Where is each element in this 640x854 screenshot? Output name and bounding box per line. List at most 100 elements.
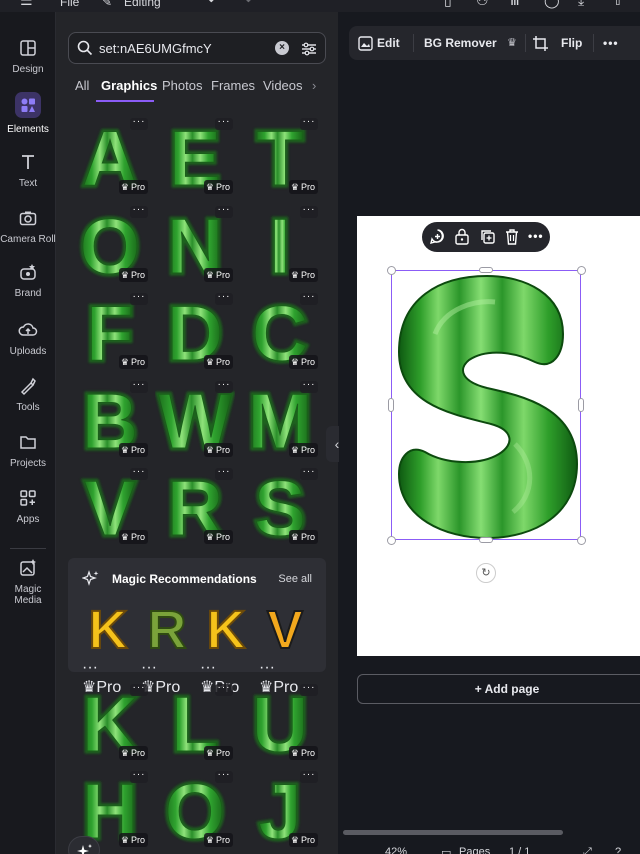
more-options-icon[interactable]: ··· bbox=[215, 117, 233, 130]
more-options-icon[interactable]: ··· bbox=[300, 379, 318, 393]
graphic-thumbnail[interactable]: V V ··· ♛ Pro bbox=[70, 466, 150, 546]
menu-icon[interactable]: ☰ bbox=[20, 0, 33, 9]
more-options-icon[interactable]: ··· bbox=[130, 204, 148, 218]
resize-icon[interactable]: ▯ bbox=[444, 0, 452, 9]
tab-graphics[interactable]: Graphics bbox=[101, 78, 157, 93]
edit-button[interactable]: Edit bbox=[377, 26, 400, 60]
more-options-icon[interactable]: ··· bbox=[130, 292, 148, 305]
resize-handle-top-right[interactable] bbox=[577, 266, 586, 275]
graphic-thumbnail[interactable]: U U ··· ♛ Pro bbox=[240, 682, 320, 762]
graphic-thumbnail[interactable]: M M ··· ♛ Pro bbox=[240, 379, 320, 459]
see-all-link[interactable]: See all bbox=[278, 573, 312, 585]
resize-handle-top-left[interactable] bbox=[387, 266, 396, 275]
rail-item-magic-media[interactable]: Magic Media bbox=[0, 558, 56, 606]
more-options-icon[interactable]: ··· bbox=[130, 117, 148, 130]
recommendation-thumbnail[interactable]: V ··· ♛Pro bbox=[259, 598, 313, 696]
more-options-icon[interactable]: ··· bbox=[300, 292, 318, 305]
rail-item-elements[interactable]: Elements bbox=[0, 92, 56, 135]
tabs-scroll-right-icon[interactable]: › bbox=[312, 78, 316, 93]
more-options-icon[interactable]: ··· bbox=[215, 467, 233, 480]
graphic-thumbnail[interactable]: N N ··· ♛ Pro bbox=[155, 204, 235, 284]
help-icon[interactable]: ? bbox=[615, 846, 621, 854]
more-options-icon[interactable]: ••• bbox=[603, 26, 619, 60]
tab-frames[interactable]: Frames bbox=[211, 78, 255, 93]
pages-button[interactable]: Pages bbox=[459, 846, 490, 854]
graphic-thumbnail[interactable]: I I ··· ♛ Pro bbox=[240, 204, 320, 284]
graphic-thumbnail[interactable]: F F ··· ♛ Pro bbox=[70, 291, 150, 371]
more-options-icon[interactable]: ··· bbox=[130, 379, 148, 393]
more-options-icon[interactable]: ··· bbox=[300, 204, 318, 218]
search-input[interactable] bbox=[99, 33, 269, 63]
add-page-button[interactable]: + Add page bbox=[357, 674, 640, 704]
recommendation-thumbnail[interactable]: R ··· ♛Pro bbox=[141, 598, 195, 696]
resize-handle-top[interactable] bbox=[479, 267, 493, 273]
resize-handle-left[interactable] bbox=[388, 398, 394, 412]
zoom-level[interactable]: 42% bbox=[385, 846, 407, 854]
rail-item-tools[interactable]: Tools bbox=[0, 376, 56, 413]
fullscreen-icon[interactable]: ⤢ bbox=[583, 846, 592, 854]
graphic-thumbnail[interactable]: B B ··· ♛ Pro bbox=[70, 379, 150, 459]
collaborators-icon[interactable]: ⚇ bbox=[476, 0, 489, 9]
resize-handle-bottom[interactable] bbox=[479, 537, 493, 543]
more-options-icon[interactable]: ··· bbox=[141, 659, 195, 677]
tab-photos[interactable]: Photos bbox=[162, 78, 202, 93]
rotate-handle-icon[interactable]: ↻ bbox=[476, 563, 496, 583]
more-options-icon[interactable]: ··· bbox=[215, 379, 233, 393]
more-options-icon[interactable]: ··· bbox=[215, 292, 233, 305]
recommendation-thumbnail[interactable]: K···♛Pro bbox=[82, 598, 136, 696]
graphic-thumbnail[interactable]: O O ··· ♛ Pro bbox=[70, 204, 150, 284]
more-options-icon[interactable]: ··· bbox=[130, 467, 148, 480]
graphic-thumbnail[interactable]: C C ··· ♛ Pro bbox=[240, 291, 320, 371]
undo-icon[interactable]: ↶ bbox=[208, 0, 220, 9]
download-icon[interactable]: ⤓ bbox=[578, 0, 584, 9]
duplicate-icon[interactable] bbox=[479, 228, 496, 245]
graphic-thumbnail[interactable]: E E ··· ♛ Pro bbox=[155, 116, 235, 196]
graphic-thumbnail[interactable]: J J ··· ♛ Pro bbox=[240, 769, 320, 849]
file-menu[interactable]: File bbox=[60, 0, 79, 9]
resize-handle-bottom-left[interactable] bbox=[387, 536, 396, 545]
graphic-thumbnail[interactable]: T T ··· ♛ Pro bbox=[240, 116, 320, 196]
more-options-icon[interactable]: ··· bbox=[200, 659, 254, 677]
more-options-icon[interactable]: ··· bbox=[300, 770, 318, 783]
graphic-thumbnail[interactable]: K K ··· ♛ Pro bbox=[70, 682, 150, 762]
tab-videos[interactable]: Videos bbox=[263, 78, 303, 93]
more-options-icon[interactable]: ··· bbox=[130, 770, 148, 783]
more-options-icon[interactable]: ··· bbox=[130, 683, 148, 696]
graphic-thumbnail[interactable]: W W ··· ♛ Pro bbox=[155, 379, 235, 459]
comment-plus-icon[interactable] bbox=[429, 228, 446, 245]
rail-item-uploads[interactable]: Uploads bbox=[0, 320, 56, 357]
graphic-thumbnail[interactable]: A A ··· ♛ Pro bbox=[70, 116, 150, 196]
resize-handle-bottom-right[interactable] bbox=[577, 536, 586, 545]
graphic-thumbnail[interactable]: L L ··· ♛ Pro bbox=[155, 682, 235, 762]
more-options-icon[interactable]: ··· bbox=[215, 204, 233, 218]
clear-search-icon[interactable]: × bbox=[275, 41, 289, 55]
graphic-thumbnail[interactable]: D D ··· ♛ Pro bbox=[155, 291, 235, 371]
more-options-icon[interactable]: ··· bbox=[82, 659, 136, 677]
rail-item-apps[interactable]: Apps bbox=[0, 488, 56, 525]
more-options-icon[interactable]: ••• bbox=[528, 229, 544, 243]
tab-all[interactable]: All bbox=[75, 78, 89, 93]
comment-icon[interactable]: ◯ bbox=[544, 0, 560, 9]
resize-handle-right[interactable] bbox=[578, 398, 584, 412]
horizontal-scrollbar[interactable] bbox=[343, 830, 563, 835]
bg-remover-button[interactable]: BG Remover bbox=[424, 26, 497, 60]
more-options-icon[interactable]: ··· bbox=[215, 770, 233, 783]
recommendation-thumbnail[interactable]: K···♛Pro bbox=[200, 598, 254, 696]
filter-icon[interactable] bbox=[301, 41, 317, 57]
mode-dropdown[interactable]: Editing bbox=[124, 0, 161, 9]
rail-item-text[interactable]: Text bbox=[0, 152, 56, 189]
more-options-icon[interactable]: ··· bbox=[300, 467, 318, 480]
lock-icon[interactable] bbox=[454, 228, 470, 245]
rail-item-projects[interactable]: Projects bbox=[0, 432, 56, 469]
graphic-thumbnail[interactable]: R R ··· ♛ Pro bbox=[155, 466, 235, 546]
rail-item-brand[interactable]: Brand bbox=[0, 262, 56, 299]
redo-icon[interactable]: ↷ bbox=[240, 0, 252, 9]
rail-item-camera-roll[interactable]: Camera Roll bbox=[0, 208, 56, 245]
rail-item-design[interactable]: Design bbox=[0, 38, 56, 75]
flip-button[interactable]: Flip bbox=[561, 26, 582, 60]
more-options-icon[interactable]: ··· bbox=[300, 683, 318, 696]
crop-icon[interactable] bbox=[533, 36, 548, 51]
share-icon[interactable]: ⇧ bbox=[612, 0, 624, 9]
more-options-icon[interactable]: ··· bbox=[215, 683, 233, 696]
stats-icon[interactable]: Ⅲ bbox=[510, 0, 520, 9]
